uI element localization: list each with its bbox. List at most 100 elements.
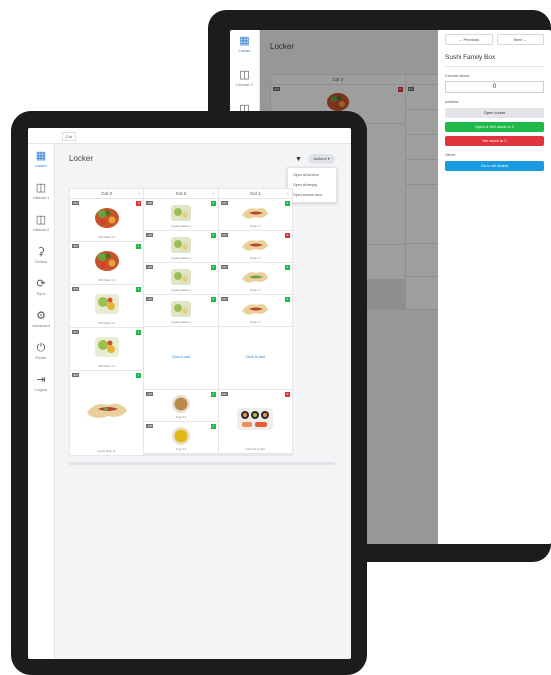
gear-icon: ⚙ [36, 310, 46, 322]
product-caption: Wrap 1.4 [250, 225, 261, 228]
product-caption: Wild Salad 1.9 [98, 365, 116, 368]
stock-label: Current stock: [445, 73, 470, 78]
locker-cell[interactable]: 309 1 Wild Salad 1.9 [70, 242, 144, 284]
locker-cell[interactable]: Click to add [218, 327, 292, 389]
menu-item-open-all-empty[interactable]: Open all empty [288, 180, 336, 190]
sidebar-item-power[interactable]: ⏻ Power [28, 336, 54, 368]
locker-cell[interactable]: 307 1 Wild Salad 1.9 [70, 328, 144, 370]
column-select[interactable]: Col [62, 132, 77, 141]
locker-cell[interactable]: 200 1 Soup 0.9 [144, 422, 218, 453]
marketing-collage: ▦ Locker ◫ Lifemat 3 ◫ Locker Col 3 310 … [0, 0, 551, 675]
open-locker-button[interactable]: Open locker [445, 108, 544, 118]
menu-item-open-all-lockers[interactable]: Open all lockers [288, 170, 336, 180]
locker-cell[interactable]: 102 1 Wrap 1.4 [218, 295, 292, 326]
salad-image [93, 249, 121, 273]
product-caption: Sushi Family Box [245, 448, 266, 451]
locker-column: Col 3 × 310 0 Wild Salad 1.9 309 1 Wild … [70, 189, 144, 455]
locker-number: 202 [146, 297, 154, 301]
column-close-icon[interactable]: × [287, 189, 289, 198]
column-header: Col 1 × [218, 189, 292, 198]
horizontal-scrollbar[interactable] [69, 462, 335, 465]
actions-dropdown-button[interactable]: Actions ▾ [308, 154, 335, 164]
stock-badge: 1 [284, 265, 290, 270]
locker-cell[interactable]: 201 1 Soup 0.9 [144, 390, 218, 421]
locker-number: 101 [220, 392, 228, 396]
page-title: Locker [69, 154, 94, 163]
soup-image [171, 426, 191, 446]
product-side-panel: ← Previous Next → Sushi Family Box Curre… [438, 30, 551, 544]
product-caption: Wrap 1.4 [250, 257, 261, 260]
locker-number: 201 [146, 392, 154, 396]
salad-image [93, 335, 121, 359]
locker-number: 103 [220, 265, 228, 269]
soup-image [171, 394, 191, 414]
locker-number: 105 [220, 201, 228, 205]
other-label: Other: [445, 152, 457, 157]
next-button[interactable]: Next → [496, 34, 544, 45]
column-close-icon[interactable]: × [138, 189, 140, 198]
sidebar-item-logout[interactable]: ⇥ Logout [28, 368, 54, 400]
top-bar: Col [28, 128, 351, 144]
locker-cell[interactable]: 306 1 Family Wrap XL [70, 371, 144, 455]
product-caption: Soup 0.9 [175, 416, 187, 419]
locker-column: Col 1 × 105 1 Wrap 1.4 104 0 Wrap 1.4 10… [218, 189, 292, 455]
sidebar-item-sync[interactable]: ⟳ Sync [28, 272, 54, 304]
locker-cell[interactable]: 310 0 Wild Salad 1.9 [70, 199, 144, 241]
stock-badge: 1 [136, 330, 142, 335]
caesar-salad-image [170, 236, 192, 254]
product-caption: Ceasar Salad 2.1 [170, 225, 192, 228]
add-product-link[interactable]: Click to add [144, 355, 217, 359]
salad-image [93, 206, 121, 230]
locker-number: 104 [220, 233, 228, 237]
previous-button[interactable]: ← Previous [445, 34, 493, 45]
add-product-link[interactable]: Click to add [219, 355, 292, 359]
sidebar-item-lifemat-2[interactable]: ◫ Lifemat 2 [28, 208, 54, 240]
product-caption: Ceasar Salad 2.1 [170, 321, 192, 324]
wrap-image [84, 397, 130, 423]
locker-cell[interactable]: Click to add [144, 327, 218, 389]
stock-badge: 1 [284, 201, 290, 206]
stock-badge: 0 [284, 233, 290, 238]
product-caption: Wild Salad 1.9 [98, 322, 116, 325]
locker-cell[interactable]: 105 1 Wrap 1.4 [218, 199, 292, 230]
locker-cell[interactable]: 203 1 Ceasar Salad 2.1 [144, 263, 218, 294]
power-icon: ⏻ [36, 342, 46, 354]
open-set-stock-button[interactable]: Open & Set stock to 1 [445, 122, 544, 132]
locker-cell[interactable]: 308 1 Wild Salad 1.9 [70, 285, 144, 327]
locker-cell[interactable]: 104 0 Wrap 1.4 [218, 231, 292, 262]
sidebar-item-locker[interactable]: ▦ Locker [230, 30, 259, 64]
cart-icon: ⚳ [36, 246, 46, 258]
locker-cell[interactable]: 205 1 Ceasar Salad 2.1 [144, 199, 218, 230]
wrap-image [240, 236, 270, 254]
fridge-icon: ◫ [239, 69, 250, 81]
filter-icon[interactable]: ▼ [295, 156, 302, 163]
fridge-icon: ◫ [35, 182, 47, 194]
stock-badge: 0 [136, 201, 142, 206]
locker-cell[interactable]: 101 0 Sushi Family Box [218, 390, 292, 453]
locker-cell[interactable]: 204 1 Ceasar Salad 2.1 [144, 231, 218, 262]
stock-badge: 1 [210, 201, 216, 206]
stock-input[interactable]: 0 [445, 81, 544, 93]
stock-badge: 1 [210, 233, 216, 238]
stock-badge: 1 [136, 287, 142, 292]
go-to-orders-button[interactable]: Go to all orders [445, 161, 544, 171]
sidebar-item-locker[interactable]: ▦ Locker [28, 144, 54, 176]
stock-badge: 1 [210, 265, 216, 270]
sidebar-item-lifemat[interactable]: ◫ Lifemat 3 [230, 64, 259, 98]
product-caption: Family Wrap XL [97, 450, 116, 453]
sidebar-item-orders[interactable]: ⚳ Orders [28, 240, 54, 272]
main-content: Locker ▼ Actions ▾ Open all lockers Open… [55, 144, 351, 659]
sidebar-item-advanced[interactable]: ⚙ Advanced [28, 304, 54, 336]
locker-cell[interactable]: 103 1 Wrap 1.4 [218, 263, 292, 294]
column-close-icon[interactable]: × [212, 189, 214, 198]
grid-icon: ▦ [35, 150, 47, 162]
sidebar-item-lifemat-1[interactable]: ◫ Lifemat 1 [28, 176, 54, 208]
column-header: Col 2 × [144, 189, 218, 198]
sync-icon: ⟳ [36, 278, 46, 290]
set-stock-zero-button[interactable]: Set stock to 0 [445, 136, 544, 146]
tablet-front: Col ▦ Locker ◫ Lifemat 1 ◫ Lifemat 2 ⚳ O… [11, 111, 367, 675]
menu-item-open-service-door[interactable]: Open service door [288, 190, 336, 200]
stock-badge: 1 [284, 297, 290, 302]
locker-number: 308 [72, 287, 80, 291]
locker-cell[interactable]: 202 1 Ceasar Salad 2.1 [144, 295, 218, 326]
